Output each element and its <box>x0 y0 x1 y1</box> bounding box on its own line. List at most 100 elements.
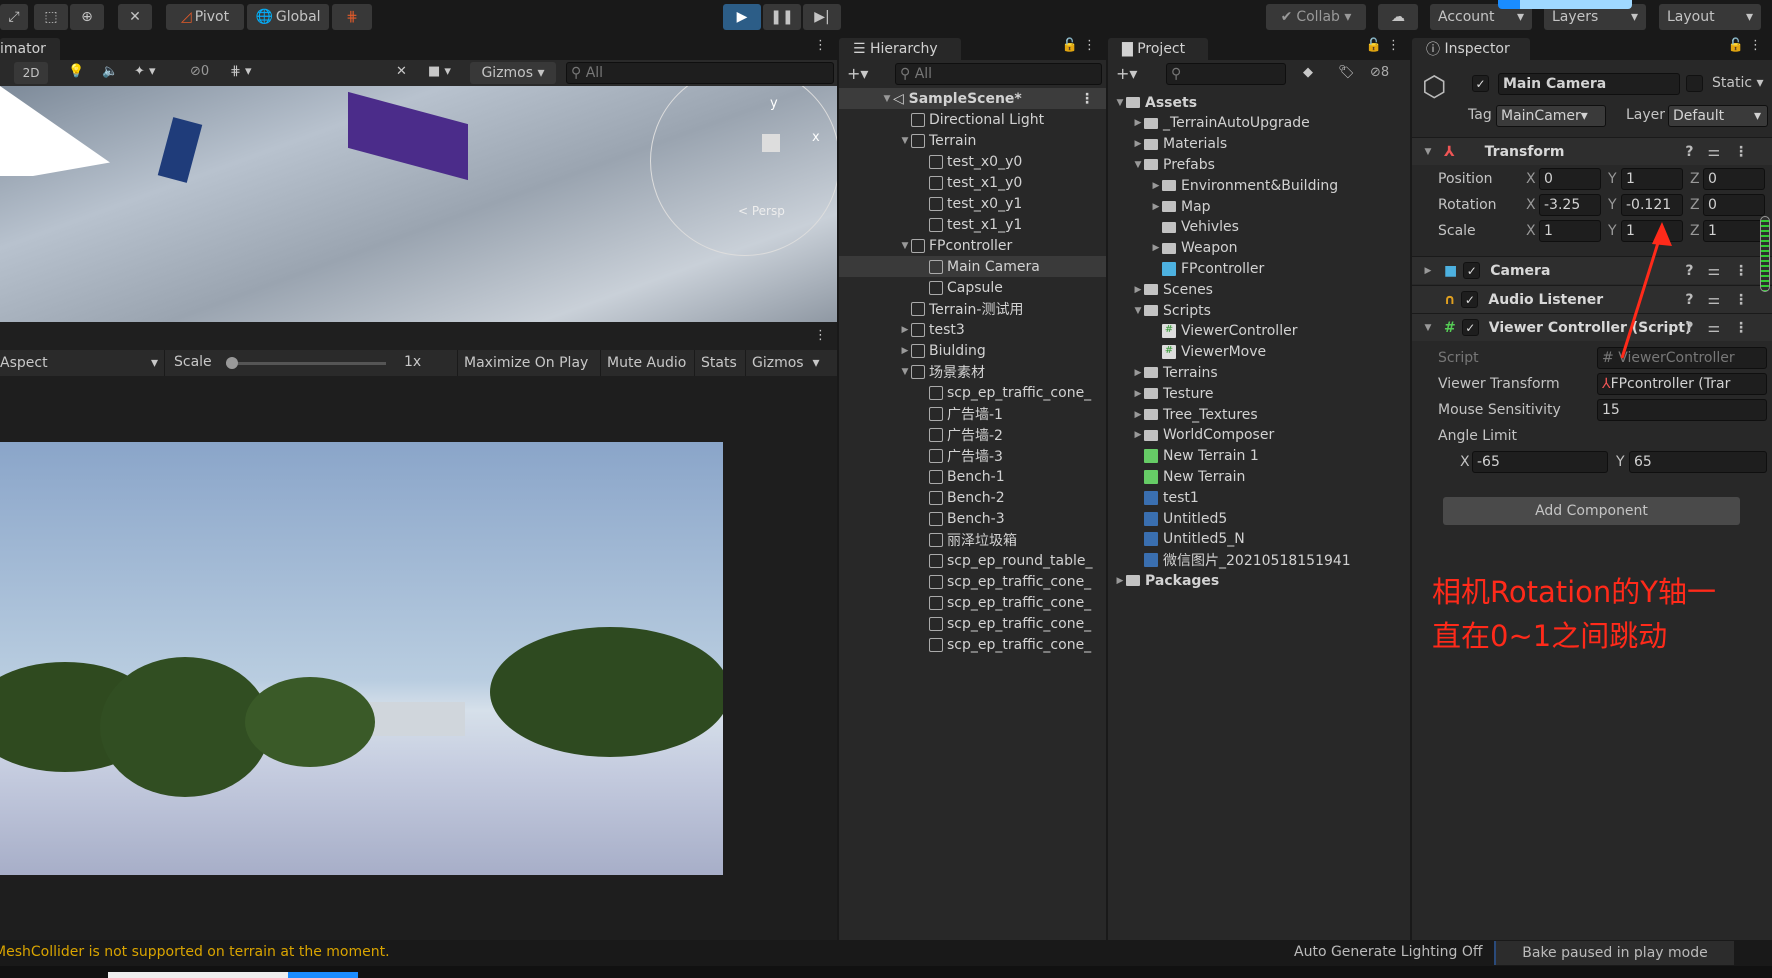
rotation-z-field[interactable]: 0 <box>1703 194 1765 216</box>
static-dropdown[interactable]: Static ▾ <box>1712 75 1764 91</box>
project-item[interactable]: 微信图片_20210518151941 <box>1108 550 1410 571</box>
scene-viewport[interactable]: y x < Persp <box>0 86 837 322</box>
tab-project[interactable]: ▇ Project <box>1108 38 1208 60</box>
project-item[interactable]: New Terrain 1 <box>1108 446 1410 467</box>
project-item[interactable]: ▶ Testure <box>1108 383 1410 404</box>
project-item[interactable]: test1 <box>1108 487 1410 508</box>
expand-arrow-icon[interactable]: ▼ <box>1132 306 1144 316</box>
stats-toggle[interactable]: Stats <box>694 350 743 376</box>
more-icon[interactable]: ⋮ <box>814 38 827 53</box>
project-item[interactable]: Vehivles <box>1108 217 1410 238</box>
hierarchy-item[interactable]: scp_ep_traffic_cone_ <box>839 592 1106 613</box>
expand-arrow-icon[interactable]: ▶ <box>1132 368 1144 378</box>
project-item[interactable]: ▼ Assets <box>1108 92 1410 113</box>
component-actions-icons[interactable]: ?⚌⋮ <box>1685 320 1762 336</box>
collab-button[interactable]: ✔ Collab ▾ <box>1266 4 1366 30</box>
hierarchy-item[interactable]: Directional Light <box>839 109 1106 130</box>
taskbar-item[interactable] <box>288 972 358 978</box>
active-checkbox[interactable]: ✓ <box>1472 75 1489 92</box>
scrollbar[interactable] <box>1760 216 1770 292</box>
component-actions-icons[interactable]: ?⚌⋮ <box>1685 144 1762 160</box>
filter-type-icon[interactable]: ◆ <box>1303 65 1313 80</box>
bake-status[interactable]: Bake paused in play mode <box>1494 941 1734 965</box>
camera-enabled-checkbox[interactable]: ✓ <box>1463 262 1481 279</box>
hierarchy-item[interactable]: scp_ep_traffic_cone_ <box>839 382 1106 403</box>
hierarchy-item[interactable]: 广告墙-2 <box>839 424 1106 445</box>
lock-icon[interactable]: 🔓 <box>1062 38 1078 53</box>
camera-icon[interactable]: ■ ▾ <box>428 64 451 79</box>
component-actions-icons[interactable]: ?⚌⋮ <box>1685 292 1762 308</box>
scale-x-field[interactable]: 1 <box>1539 220 1601 242</box>
expand-arrow-icon[interactable]: ▶ <box>1132 389 1144 399</box>
more-icon[interactable]: ⋮ <box>1387 38 1400 53</box>
hierarchy-item[interactable]: Terrain-测试用 <box>839 298 1106 319</box>
tag-icon[interactable]: 🏷 <box>1338 65 1355 80</box>
maximize-on-play-toggle[interactable]: Maximize On Play <box>457 350 594 376</box>
expand-arrow-icon[interactable]: ▶ <box>899 346 911 356</box>
hierarchy-item[interactable]: 丽泽垃圾箱 <box>839 529 1106 550</box>
mouse-sensitivity-field[interactable]: 15 <box>1597 399 1767 421</box>
project-item[interactable]: ▶ Packages <box>1108 570 1410 591</box>
project-item[interactable]: ▼ Scripts <box>1108 300 1410 321</box>
step-button[interactable]: ▶| <box>803 4 841 30</box>
project-item[interactable]: ▶ Terrains <box>1108 362 1410 383</box>
position-z-field[interactable]: 0 <box>1703 168 1765 190</box>
hierarchy-item[interactable]: test_x0_y0 <box>839 151 1106 172</box>
static-checkbox[interactable] <box>1686 75 1703 92</box>
hierarchy-item[interactable]: test_x0_y1 <box>839 193 1106 214</box>
position-y-field[interactable]: 1 <box>1621 168 1683 190</box>
more-icon[interactable]: ⋮ <box>1083 38 1096 53</box>
hierarchy-item[interactable]: Bench-1 <box>839 466 1106 487</box>
hierarchy-item[interactable]: 广告墙-1 <box>839 403 1106 424</box>
effects-icon[interactable]: ✦ ▾ <box>134 64 156 79</box>
console-warning[interactable]: MeshCollider is not supported on terrain… <box>0 944 390 960</box>
global-button[interactable]: 🌐 Global <box>247 4 329 30</box>
hidden-objects-toggle[interactable]: ⊘0 <box>190 64 209 79</box>
expand-arrow-icon[interactable]: ▼ <box>1114 98 1126 108</box>
hierarchy-item[interactable]: Bench-3 <box>839 508 1106 529</box>
hierarchy-item[interactable]: ▶ Biulding <box>839 340 1106 361</box>
lighting-icon[interactable]: 💡 <box>68 64 84 79</box>
tab-inspector[interactable]: ⓘ Inspector <box>1412 38 1530 60</box>
project-item[interactable]: New Terrain <box>1108 466 1410 487</box>
hierarchy-item[interactable]: Main Camera <box>839 256 1106 277</box>
expand-arrow-icon[interactable]: ▶ <box>1132 118 1144 128</box>
pause-button[interactable]: ❚❚ <box>763 4 801 30</box>
tools-icon[interactable]: ✕ <box>396 64 407 79</box>
transform-header[interactable]: ▼ ⅄ Transform ?⚌⋮ <box>1412 137 1772 165</box>
add-button[interactable]: +▾ <box>847 64 868 83</box>
project-item[interactable]: ▶ Weapon <box>1108 238 1410 259</box>
2d-toggle[interactable]: 2D <box>14 62 48 84</box>
expand-arrow-icon[interactable]: ▼ <box>899 136 911 146</box>
hierarchy-item[interactable]: scp_ep_round_table_ <box>839 550 1106 571</box>
hierarchy-item[interactable]: Capsule <box>839 277 1106 298</box>
expand-arrow-icon[interactable]: ▶ <box>1132 430 1144 440</box>
project-item[interactable]: # ViewerController <box>1108 321 1410 342</box>
scale-slider-thumb[interactable] <box>226 357 238 369</box>
gizmo-cube[interactable] <box>762 134 780 152</box>
more-icon[interactable]: ⋮ <box>1749 38 1762 53</box>
project-item[interactable]: ▶ Environment&Building <box>1108 175 1410 196</box>
audio-icon[interactable]: 🔈 <box>102 64 118 79</box>
scene-row[interactable]: ▼ ◁ SampleScene* ⋮ <box>839 88 1106 109</box>
pivot-button[interactable]: ◿ Pivot <box>166 4 244 30</box>
hierarchy-item[interactable]: scp_ep_traffic_cone_ <box>839 634 1106 655</box>
expand-arrow-icon[interactable]: ▶ <box>899 325 911 335</box>
expand-arrow-icon[interactable]: ▶ <box>1132 285 1144 295</box>
mute-audio-toggle[interactable]: Mute Audio <box>600 350 692 376</box>
component-actions-icons[interactable]: ?⚌⋮ <box>1685 263 1762 279</box>
hierarchy-item[interactable]: scp_ep_traffic_cone_ <box>839 571 1106 592</box>
project-search-input[interactable]: ⚲ <box>1166 63 1286 85</box>
expand-arrow-icon[interactable]: ▼ <box>1132 160 1144 170</box>
project-item[interactable]: Untitled5_N <box>1108 529 1410 550</box>
rect-tool-icon[interactable]: ⤢ <box>0 4 28 30</box>
project-item[interactable]: ▶ WorldComposer <box>1108 425 1410 446</box>
persp-label[interactable]: < Persp <box>738 204 785 218</box>
angle-limit-y-field[interactable]: 65 <box>1629 451 1767 473</box>
project-item[interactable]: ▶ Materials <box>1108 134 1410 155</box>
project-item[interactable]: ▶ _TerrainAutoUpgrade <box>1108 113 1410 134</box>
hierarchy-item[interactable]: test_x1_y0 <box>839 172 1106 193</box>
scale-z-field[interactable]: 1 <box>1703 220 1765 242</box>
hierarchy-item[interactable]: scp_ep_traffic_cone_ <box>839 613 1106 634</box>
scale-slider[interactable] <box>226 357 386 369</box>
